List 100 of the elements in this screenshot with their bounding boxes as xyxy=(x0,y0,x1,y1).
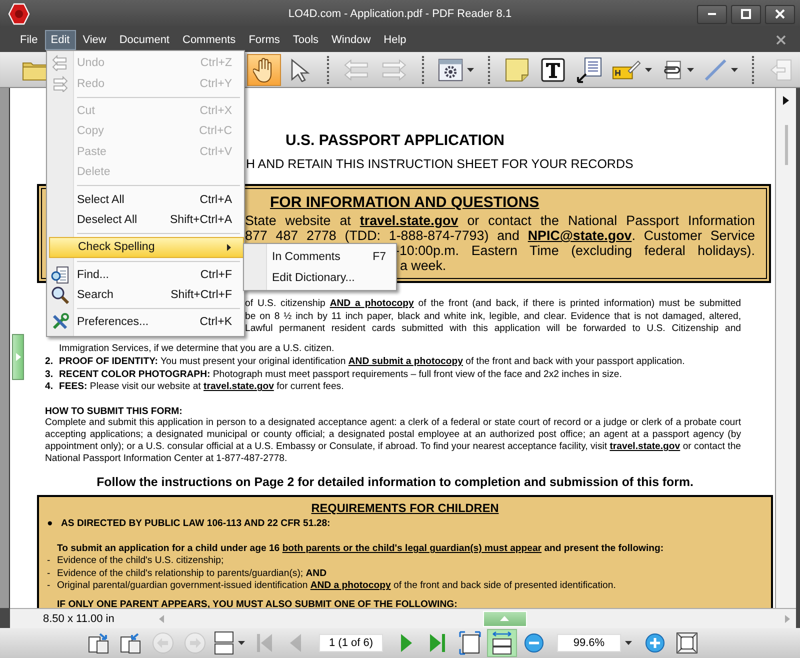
tools-icon xyxy=(51,313,69,332)
left-arrows-icon xyxy=(343,58,370,82)
caret-icon[interactable] xyxy=(625,641,632,645)
find-icon xyxy=(51,266,69,284)
bullet-mark: ● xyxy=(47,518,54,531)
page-layout-button[interactable] xyxy=(212,629,247,657)
page-layout-icon xyxy=(214,631,234,655)
gear-page-icon xyxy=(438,58,463,82)
requirements-intro: To submit an application for a child under age 16 both parents or the child's legal guardian(s) must appear and present the following: xyxy=(57,542,665,556)
extract-pages-icon xyxy=(87,631,111,655)
menu-item[interactable]: Preferences... Ctrl+K xyxy=(73,312,244,332)
caret-icon xyxy=(466,68,474,72)
dash-mark: - xyxy=(47,568,52,580)
caret-icon xyxy=(644,68,652,72)
document-text-line: Immigration Services, if we determine that you are a U.S. citizen. xyxy=(59,343,336,356)
close-document-icon[interactable] xyxy=(776,35,786,45)
exit-icon xyxy=(769,58,793,82)
menu-item[interactable]: Edit xyxy=(44,30,76,50)
page-size-label: 8.50 x 11.00 in xyxy=(43,612,116,624)
page-field[interactable]: 1 (1 of 6) xyxy=(319,634,383,652)
document-paragraph: Complete and submit this application in person to a designated acceptance agent: a clerk of a federal or state court of record or a judge or clerk of a probate court accepting applications; a designated municipal or county official; a designated postal employee at an authorized post office; an agent at a passport agency (by appointment only); or a U.S. consular official at a U.S. Embassy or Consulate, if abroad. To find your nearest acceptance facility, visit travel.state.gov or contact the National Passport Information Center at 1-877-487-2778. xyxy=(45,416,741,465)
first-page-icon xyxy=(254,632,274,654)
menu-item[interactable]: Window xyxy=(326,30,377,50)
menu-item[interactable]: Edit Dictionary... xyxy=(244,267,396,288)
scroll-arrow-icon[interactable] xyxy=(783,96,789,105)
zoom-field[interactable]: 99.6% xyxy=(557,634,621,652)
item-number: 3. xyxy=(45,368,54,382)
right-arrows-icon xyxy=(380,58,408,82)
requirement-text: Evidence of the child's relationship to parents/guardian(s); AND xyxy=(57,568,327,580)
info-text-line: a week. xyxy=(400,258,448,273)
dash-mark: - xyxy=(47,555,52,568)
section-heading: HOW TO SUBMIT THIS FORM: xyxy=(45,406,184,417)
document-text-line: be on 8 ½ inch by 11 inch paper, black and white ink, legible, and clear. Evidence that is not damaged, altered, xyxy=(245,310,741,324)
caret-icon xyxy=(238,641,245,645)
menu-item[interactable]: Deselect All Shift+Ctrl+A xyxy=(73,210,244,230)
hand-tool-button[interactable] xyxy=(247,54,282,86)
vertical-scrollbar[interactable] xyxy=(775,88,796,608)
maximize-button[interactable] xyxy=(731,4,761,24)
requirement-text: Original parental/guardian government-issued identification AND a photocopy of the front and back side of presented identification. xyxy=(57,580,616,593)
info-text-line: State website at travel.state.gov or contact the National Passport Information xyxy=(245,213,755,228)
full-screen-icon xyxy=(676,632,698,654)
item-number: 2. xyxy=(45,356,54,369)
menu-item[interactable]: Document xyxy=(113,30,176,50)
info-text-line: -10:00p.m. Eastern Time (excluding federal holidays). xyxy=(395,243,755,258)
sticky-note-icon xyxy=(504,58,529,82)
previous-page-icon xyxy=(289,632,303,654)
redo-icon xyxy=(52,76,68,92)
highlighter-icon xyxy=(612,58,641,80)
minimize-button[interactable] xyxy=(697,4,727,24)
caret-icon xyxy=(686,68,694,72)
menu-item[interactable]: Select All Ctrl+A xyxy=(73,190,244,210)
close-button[interactable] xyxy=(765,4,795,24)
text-tool-icon xyxy=(540,58,565,82)
menu-item[interactable]: Check Spelling xyxy=(49,236,244,258)
document-text-line: of U.S. citizenship AND a photocopy of the front (and back, if there is printed information) must be submitted xyxy=(245,298,741,311)
last-page-icon xyxy=(428,632,448,654)
panel-toggle-button[interactable] xyxy=(12,334,24,380)
menu-item[interactable]: Help xyxy=(378,30,412,50)
callout-icon xyxy=(576,56,602,82)
item-number: 4. xyxy=(45,381,54,394)
menu-item[interactable]: Find... Ctrl+F xyxy=(73,264,244,285)
app-logo-icon xyxy=(8,3,30,25)
submenu-arrow-icon xyxy=(227,244,231,251)
up-arrow-icon xyxy=(500,616,509,621)
undo-icon xyxy=(52,55,68,72)
fit-width-button[interactable] xyxy=(487,629,517,657)
pointer-icon xyxy=(289,58,312,82)
info-text-line: 877 487 2778 (TDD: 1-888-874-7793) and NPIC@state.gov. Customer Service xyxy=(245,228,755,243)
zoom-in-icon xyxy=(645,633,665,653)
menu-item[interactable]: View xyxy=(76,30,112,50)
info-heading: FOR INFORMATION AND QUESTIONS xyxy=(270,194,540,211)
maximize-icon xyxy=(741,9,751,19)
next-page-icon xyxy=(399,632,413,654)
menu-item[interactable]: In Comments F7 xyxy=(244,246,396,268)
document-text-line: Lawful permanent resident cards submitted with this application will be forwarded to U.S. Citizenship and xyxy=(245,323,741,336)
menu-item[interactable]: Tools xyxy=(286,30,325,50)
close-icon xyxy=(775,9,785,19)
window-title: LO4D.com - Application.pdf - PDF Reader 8.1 xyxy=(288,8,512,20)
menu-item[interactable]: Search Shift+Ctrl+F xyxy=(73,285,244,306)
fit-width-icon xyxy=(490,631,514,655)
menu-item[interactable]: File xyxy=(14,30,44,50)
insert-pages-icon xyxy=(119,631,143,655)
menu-icon-column xyxy=(244,244,267,290)
dash-mark: - xyxy=(47,580,52,593)
arrow-icon xyxy=(16,353,20,361)
requirements-subheading: IF ONLY ONE PARENT APPEARS, YOU MUST ALSO SUBMIT ONE OF THE FOLLOWING: xyxy=(57,598,458,608)
scroll-thumb[interactable] xyxy=(784,125,788,165)
document-title: U.S. PASSPORT APPLICATION xyxy=(286,132,504,149)
minimize-icon xyxy=(708,13,716,15)
menu-item[interactable]: Forms xyxy=(242,30,286,50)
document-text: FEES: Please visit our website at travel.state.gov for current fees. xyxy=(59,381,344,394)
requirements-heading: REQUIREMENTS FOR CHILDREN xyxy=(310,502,500,514)
law-text: AS DIRECTED BY PUBLIC LAW 106-113 AND 22 CFR 51.28: xyxy=(61,518,330,531)
document-instruction: Follow the instructions on Page 2 for detailed information to completion and submission of this form. xyxy=(96,474,694,489)
menu-item[interactable]: Comments xyxy=(176,30,242,50)
document-text: PROOF OF IDENTITY: You must present your original identification AND submit a photocopy of the front and back with your passport application. xyxy=(59,356,685,369)
zoom-out-icon xyxy=(524,633,544,653)
requirement-text: Evidence of the child's U.S. citizenship; xyxy=(57,555,224,568)
fit-page-icon xyxy=(459,631,481,655)
caret-icon xyxy=(731,68,738,72)
